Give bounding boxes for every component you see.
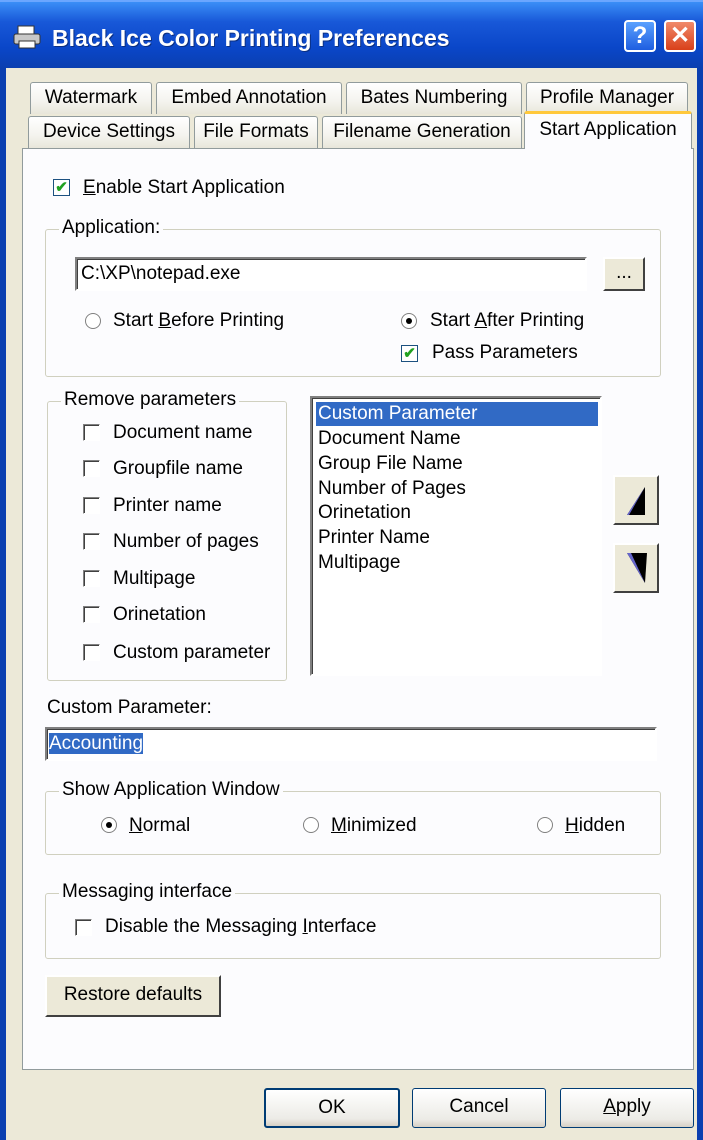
show-window-title: Show Application Window bbox=[59, 779, 283, 801]
triangle-down-icon bbox=[627, 553, 647, 583]
remove-multipage-label[interactable]: Multipage bbox=[113, 568, 195, 590]
remove-number-of-pages-label[interactable]: Number of pages bbox=[113, 531, 259, 553]
list-item[interactable]: Number of Pages bbox=[316, 477, 598, 501]
remove-multipage-checkbox[interactable] bbox=[83, 570, 100, 587]
tab-embed-annotation[interactable]: Embed Annotation bbox=[156, 82, 342, 114]
remove-document-name-label[interactable]: Document name bbox=[113, 422, 252, 444]
custom-parameter-field[interactable]: Accounting bbox=[45, 727, 657, 761]
pass-parameters-checkbox[interactable]: ✔ bbox=[401, 345, 418, 362]
tab-device-settings[interactable]: Device Settings bbox=[28, 116, 190, 148]
remove-custom-parameter-label[interactable]: Custom parameter bbox=[113, 642, 270, 664]
enable-start-application-label[interactable]: Enable Start Application bbox=[83, 177, 285, 199]
remove-parameters-title: Remove parameters bbox=[61, 389, 240, 411]
remove-custom-parameter-checkbox[interactable] bbox=[83, 644, 100, 661]
start-before-printing-radio[interactable] bbox=[85, 313, 101, 329]
printer-icon bbox=[13, 25, 41, 49]
window-title: Black Ice Color Printing Preferences bbox=[52, 25, 450, 51]
remove-printer-name-checkbox[interactable] bbox=[83, 497, 100, 514]
tab-profile-manager[interactable]: Profile Manager bbox=[526, 82, 688, 114]
show-hidden-label[interactable]: Hidden bbox=[565, 815, 625, 837]
custom-parameter-value: Accounting bbox=[49, 733, 144, 754]
title-bar: Black Ice Color Printing Preferences ? ✕ bbox=[0, 0, 703, 68]
remove-printer-name-label[interactable]: Printer name bbox=[113, 495, 222, 517]
start-after-printing-radio[interactable] bbox=[401, 313, 417, 329]
tab-start-application[interactable]: Start Application bbox=[524, 111, 692, 149]
disable-messaging-checkbox[interactable] bbox=[75, 919, 92, 936]
remove-groupfile-name-checkbox[interactable] bbox=[83, 460, 100, 477]
parameter-list[interactable]: Custom Parameter Document Name Group Fil… bbox=[310, 396, 602, 676]
tab-watermark[interactable]: Watermark bbox=[30, 82, 152, 114]
show-normal-radio[interactable] bbox=[101, 817, 117, 833]
messaging-title: Messaging interface bbox=[59, 881, 236, 903]
remove-document-name-checkbox[interactable] bbox=[83, 424, 100, 441]
move-down-button[interactable] bbox=[613, 543, 659, 593]
list-item[interactable]: Orinetation bbox=[316, 501, 598, 525]
list-item[interactable]: Multipage bbox=[316, 551, 598, 575]
list-item[interactable]: Printer Name bbox=[316, 526, 598, 550]
application-group-label: Application: bbox=[59, 217, 164, 239]
close-button[interactable]: ✕ bbox=[664, 20, 696, 52]
show-minimized-radio[interactable] bbox=[303, 817, 319, 833]
triangle-up-icon bbox=[627, 487, 645, 515]
list-item[interactable]: Document Name bbox=[316, 427, 598, 451]
tab-file-formats[interactable]: File Formats bbox=[194, 116, 318, 148]
tab-bates-numbering[interactable]: Bates Numbering bbox=[346, 82, 522, 114]
show-minimized-label[interactable]: Minimized bbox=[331, 815, 417, 837]
cancel-button[interactable]: Cancel bbox=[412, 1088, 546, 1128]
remove-orientation-label[interactable]: Orinetation bbox=[113, 604, 206, 626]
ok-button[interactable]: OK bbox=[264, 1088, 400, 1128]
tab-filename-generation[interactable]: Filename Generation bbox=[322, 116, 522, 148]
list-item[interactable]: Custom Parameter bbox=[316, 402, 598, 426]
restore-defaults-button[interactable]: Restore defaults bbox=[45, 975, 221, 1017]
start-before-printing-label[interactable]: Start Before Printing bbox=[113, 310, 284, 332]
list-item[interactable]: Group File Name bbox=[316, 452, 598, 476]
pass-parameters-label[interactable]: Pass Parameters bbox=[432, 342, 578, 364]
enable-start-application-checkbox[interactable]: ✔ bbox=[53, 179, 70, 196]
show-normal-label[interactable]: Normal bbox=[129, 815, 190, 837]
application-path-field[interactable]: C:\XP\notepad.exe bbox=[75, 257, 587, 291]
window-border-right bbox=[697, 68, 703, 1140]
remove-groupfile-name-label[interactable]: Groupfile name bbox=[113, 458, 243, 480]
remove-number-of-pages-checkbox[interactable] bbox=[83, 533, 100, 550]
move-up-button[interactable] bbox=[613, 475, 659, 525]
show-hidden-radio[interactable] bbox=[537, 817, 553, 833]
disable-messaging-label[interactable]: Disable the Messaging Interface bbox=[105, 916, 376, 938]
help-button[interactable]: ? bbox=[624, 20, 656, 52]
browse-button[interactable]: ... bbox=[603, 257, 645, 291]
custom-parameter-label: Custom Parameter: bbox=[47, 697, 212, 718]
start-after-printing-label[interactable]: Start After Printing bbox=[430, 310, 584, 332]
remove-orientation-checkbox[interactable] bbox=[83, 606, 100, 623]
window-border-left bbox=[0, 68, 6, 1140]
apply-button[interactable]: Apply bbox=[560, 1088, 694, 1128]
